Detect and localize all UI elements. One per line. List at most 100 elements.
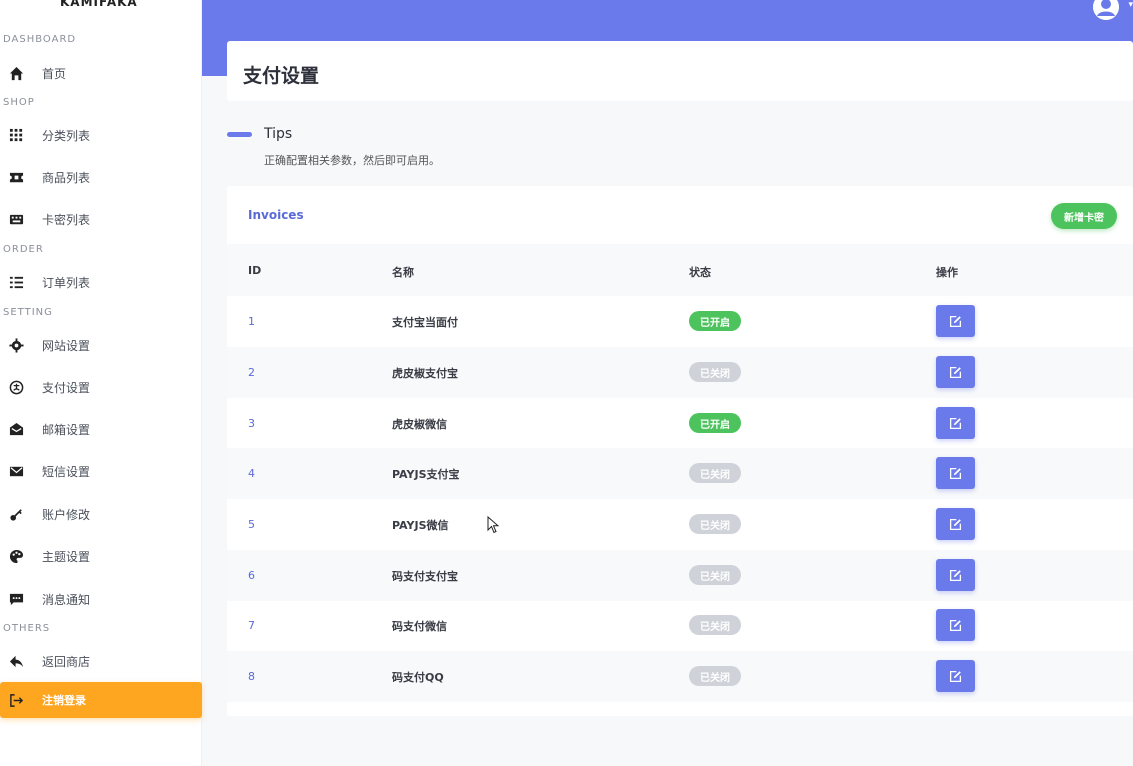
logout-icon xyxy=(8,692,24,708)
sidebar-item-sms-settings[interactable]: 短信设置 xyxy=(0,453,202,489)
user-avatar[interactable] xyxy=(1093,0,1119,20)
sidebar: KAMIFAKA DASHBOARD 首页 SHOP 分类列表 商品列表 卡密列… xyxy=(0,0,202,766)
row-id: 7 xyxy=(248,619,255,632)
column-header-id: ID xyxy=(248,264,262,277)
sidebar-item-label: 网站设置 xyxy=(42,338,91,353)
sidebar-item-back-to-shop[interactable]: 返回商店 xyxy=(0,643,202,679)
table-row: 7 码支付微信 已关闭 xyxy=(227,600,1133,651)
message-icon xyxy=(8,591,24,607)
card-title: Invoices xyxy=(248,208,304,222)
status-badge: 已关闭 xyxy=(689,615,741,635)
reply-icon xyxy=(8,653,24,669)
page-title: 支付设置 xyxy=(243,65,320,87)
user-icon xyxy=(1093,0,1119,20)
row-id: 5 xyxy=(248,518,255,531)
sidebar-item-products[interactable]: 商品列表 xyxy=(0,159,202,195)
column-header-status: 状态 xyxy=(689,266,711,279)
status-badge: 已关闭 xyxy=(689,362,741,382)
sidebar-item-categories[interactable]: 分类列表 xyxy=(0,117,202,153)
table-row: 3 虎皮椒微信 已开启 xyxy=(227,398,1133,449)
row-name: 支付宝当面付 xyxy=(392,316,458,329)
status-badge: 已关闭 xyxy=(689,463,741,483)
section-label-setting: SETTING xyxy=(3,307,53,318)
sidebar-item-mail-settings[interactable]: 邮箱设置 xyxy=(0,411,202,447)
sidebar-item-label: 短信设置 xyxy=(42,464,91,479)
brand-logo: KAMIFAKA xyxy=(60,0,138,9)
row-id: 4 xyxy=(248,467,255,480)
tips-text: 正确配置相关参数，然后即可启用。 xyxy=(264,154,440,167)
sidebar-item-label: 支付设置 xyxy=(42,380,91,395)
status-badge: 已关闭 xyxy=(689,565,741,585)
sidebar-item-notifications[interactable]: 消息通知 xyxy=(0,581,202,617)
row-name: 码支付QQ xyxy=(392,671,444,684)
sidebar-item-label: 邮箱设置 xyxy=(42,422,91,437)
sidebar-item-home[interactable]: 首页 xyxy=(0,55,202,91)
gear-icon xyxy=(8,337,24,353)
edit-button[interactable] xyxy=(936,559,975,591)
list-icon xyxy=(8,274,24,290)
edit-button[interactable] xyxy=(936,356,975,388)
row-id: 6 xyxy=(248,569,255,582)
sidebar-item-logout[interactable]: 注销登录 xyxy=(0,682,202,718)
edit-button[interactable] xyxy=(936,407,975,439)
edit-button[interactable] xyxy=(936,305,975,337)
section-label-order: ORDER xyxy=(3,244,44,255)
home-icon xyxy=(8,65,24,81)
section-label-others: OTHERS xyxy=(3,623,51,634)
category-icon xyxy=(8,127,24,143)
invoices-card: Invoices 新增卡密 ID 名称 状态 操作 1 支付宝当面付 已开启 2… xyxy=(227,186,1133,716)
status-badge: 已关闭 xyxy=(689,514,741,534)
row-name: 码支付支付宝 xyxy=(392,570,458,583)
add-card-key-button[interactable]: 新增卡密 xyxy=(1051,203,1117,229)
palette-icon xyxy=(8,548,24,564)
table-row: 8 码支付QQ 已关闭 xyxy=(227,651,1133,702)
chevron-down-icon[interactable]: ▾ xyxy=(1128,0,1133,10)
row-id: 2 xyxy=(248,366,255,379)
sidebar-item-orders[interactable]: 订单列表 xyxy=(0,264,202,300)
sidebar-item-label: 注销登录 xyxy=(42,694,86,707)
row-id: 8 xyxy=(248,670,255,683)
table-row: 6 码支付支付宝 已关闭 xyxy=(227,550,1133,601)
key-icon xyxy=(8,506,24,522)
sidebar-item-label: 消息通知 xyxy=(42,592,91,607)
edit-icon xyxy=(949,518,962,530)
mail-open-icon xyxy=(8,421,24,437)
status-badge: 已开启 xyxy=(689,311,741,331)
sidebar-item-label: 卡密列表 xyxy=(42,212,91,227)
edit-button[interactable] xyxy=(936,660,975,692)
sidebar-item-label: 首页 xyxy=(42,66,67,81)
status-badge: 已开启 xyxy=(689,413,741,433)
edit-icon xyxy=(949,417,962,429)
tips-accent xyxy=(227,132,252,137)
alipay-icon xyxy=(8,379,24,395)
edit-icon xyxy=(949,315,962,327)
section-label-dashboard: DASHBOARD xyxy=(3,34,77,45)
sidebar-item-theme[interactable]: 主题设置 xyxy=(0,538,202,574)
row-name: 虎皮椒支付宝 xyxy=(392,367,458,380)
sidebar-item-label: 分类列表 xyxy=(42,128,91,143)
table-row: 5 PAYJS微信 已关闭 xyxy=(227,499,1133,550)
sidebar-item-card-keys[interactable]: 卡密列表 xyxy=(0,201,202,237)
sidebar-item-site-settings[interactable]: 网站设置 xyxy=(0,327,202,363)
table-row: 2 虎皮椒支付宝 已关闭 xyxy=(227,347,1133,398)
sidebar-item-payment-settings[interactable]: 支付设置 xyxy=(0,369,202,405)
row-id: 1 xyxy=(248,315,255,328)
edit-button[interactable] xyxy=(936,457,975,489)
envelope-icon xyxy=(8,463,24,479)
row-name: 码支付微信 xyxy=(392,620,447,633)
tips-title: Tips xyxy=(264,126,293,142)
ticket-icon xyxy=(8,169,24,185)
sidebar-item-label: 返回商店 xyxy=(42,654,91,669)
page-title-card: 支付设置 xyxy=(227,41,1133,101)
edit-button[interactable] xyxy=(936,508,975,540)
edit-icon xyxy=(949,619,962,631)
sidebar-item-account[interactable]: 账户修改 xyxy=(0,496,202,532)
edit-icon xyxy=(949,670,962,682)
sidebar-item-label: 账户修改 xyxy=(42,507,91,522)
sidebar-item-label: 订单列表 xyxy=(42,275,91,290)
status-badge: 已关闭 xyxy=(689,666,741,686)
column-header-action: 操作 xyxy=(936,266,958,279)
table-row: 4 PAYJS支付宝 已关闭 xyxy=(227,448,1133,499)
edit-button[interactable] xyxy=(936,609,975,641)
table-row: 1 支付宝当面付 已开启 xyxy=(227,296,1133,347)
